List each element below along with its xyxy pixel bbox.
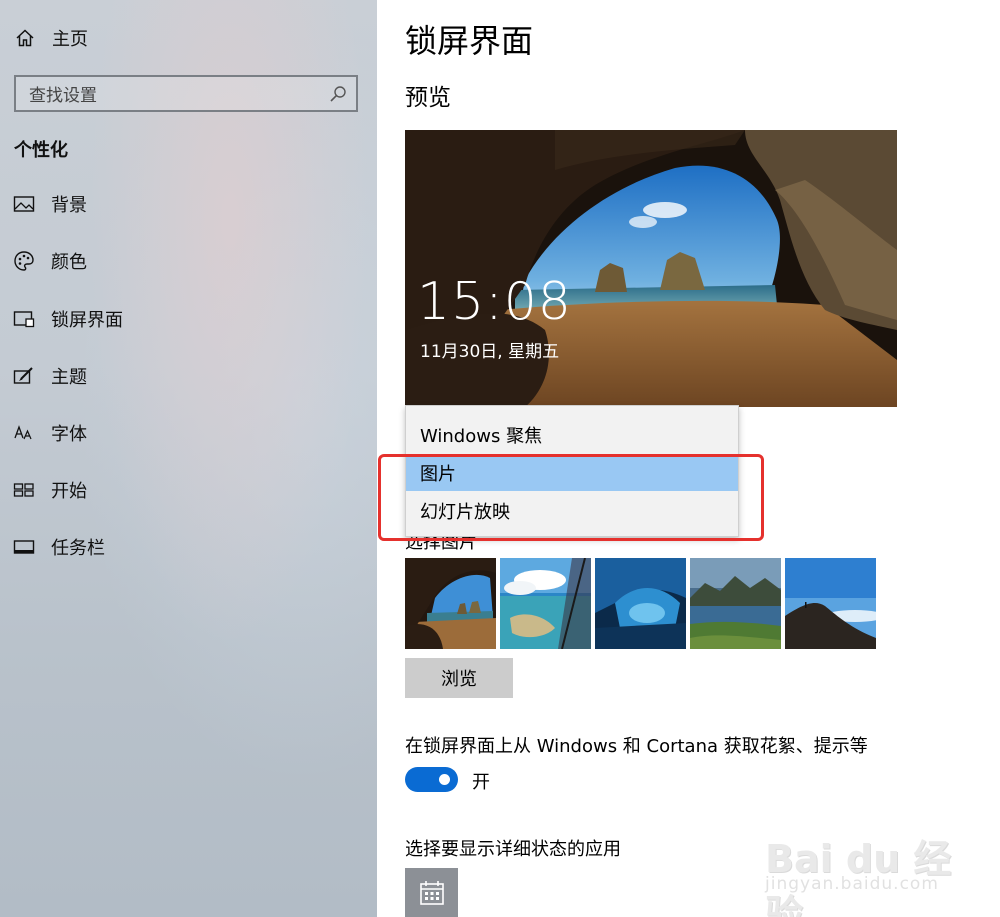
- baidu-watermark: Bai du 经验 jingyan.baidu.com: [765, 808, 955, 917]
- browse-button[interactable]: 浏览: [405, 658, 513, 698]
- sidebar-item-taskbar[interactable]: 任务栏: [13, 532, 105, 562]
- toggle-knob: [439, 774, 450, 785]
- tips-toggle[interactable]: [405, 767, 458, 792]
- calendar-icon: [419, 880, 445, 910]
- watermark-brand: Bai du 经验: [765, 837, 952, 917]
- sidebar-item-label: 开始: [51, 481, 87, 502]
- sidebar-item-label: 颜色: [51, 252, 87, 273]
- sidebar: 主页 查找设置 个性化 背景 颜色 锁屏界面 主题 字体 开始 任务栏: [0, 0, 377, 917]
- preview-image: [405, 130, 897, 407]
- image-icon: [13, 193, 35, 215]
- theme-icon: [13, 365, 35, 387]
- nav-home[interactable]: 主页: [14, 24, 88, 52]
- lock-screen-preview: 15:08 11月30日, 星期五: [405, 130, 897, 407]
- sidebar-item-label: 背景: [51, 195, 87, 216]
- search-placeholder: 查找设置: [29, 86, 97, 106]
- taskbar-icon: [13, 536, 35, 558]
- annotation-highlight-box: [378, 454, 764, 541]
- sidebar-item-label: 字体: [51, 424, 87, 445]
- sidebar-item-fonts[interactable]: 字体: [13, 418, 87, 448]
- sidebar-item-label: 主题: [51, 367, 87, 388]
- toggle-state-label: 开: [472, 772, 490, 793]
- preview-date: 11月30日, 星期五: [420, 342, 560, 362]
- thumbnail-aerial-lagoon[interactable]: [500, 558, 591, 649]
- sidebar-item-label: 任务栏: [51, 538, 105, 559]
- home-icon: [14, 27, 36, 49]
- dropdown-option-spotlight[interactable]: Windows 聚焦: [406, 416, 738, 453]
- picture-thumbnails: [405, 558, 876, 649]
- tips-label: 在锁屏界面上从 Windows 和 Cortana 获取花絮、提示等: [405, 736, 868, 757]
- sidebar-item-lock-screen[interactable]: 锁屏界面: [13, 304, 123, 334]
- watermark-url: jingyan.baidu.com: [765, 874, 939, 894]
- lock-screen-icon: [13, 308, 35, 330]
- nav-home-label: 主页: [52, 29, 88, 50]
- preview-heading: 预览: [405, 85, 451, 111]
- sidebar-item-start[interactable]: 开始: [13, 475, 87, 505]
- section-title: 个性化: [14, 140, 68, 161]
- detailed-status-label: 选择要显示详细状态的应用: [405, 839, 621, 860]
- sidebar-item-colors[interactable]: 颜色: [13, 246, 87, 276]
- sidebar-item-themes[interactable]: 主题: [13, 361, 87, 391]
- font-icon: [13, 422, 35, 444]
- sidebar-item-background[interactable]: 背景: [13, 189, 87, 219]
- search-input[interactable]: 查找设置: [14, 75, 358, 112]
- sidebar-item-label: 锁屏界面: [51, 310, 123, 331]
- calendar-app-button[interactable]: [405, 868, 458, 917]
- start-icon: [13, 479, 35, 501]
- palette-icon: [13, 250, 35, 272]
- search-icon[interactable]: [328, 84, 348, 104]
- thumbnail-hill-sea[interactable]: [785, 558, 876, 649]
- page-title: 锁屏界面: [405, 22, 534, 60]
- thumbnail-ice-cave[interactable]: [595, 558, 686, 649]
- thumbnail-cave-beach[interactable]: [405, 558, 496, 649]
- thumbnail-mountain-lake[interactable]: [690, 558, 781, 649]
- preview-time: 15:08: [417, 272, 572, 332]
